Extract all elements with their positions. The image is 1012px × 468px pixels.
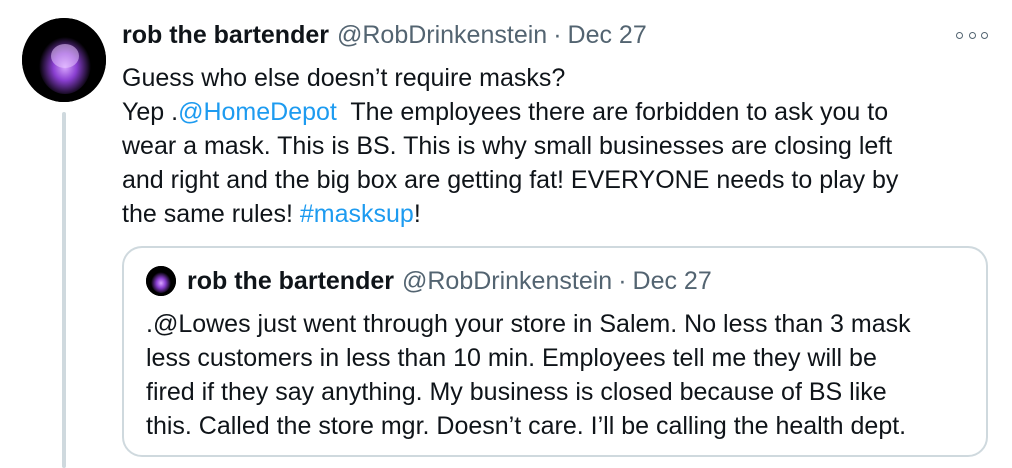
quoted-tweet-header: rob the bartender @RobDrinkenstein · Dec… — [146, 264, 712, 298]
tweet-date[interactable]: Dec 27 — [568, 18, 647, 52]
quoted-tweet-date: Dec 27 — [632, 267, 712, 295]
quoted-tweet-text: .@Lowes just went through your store in … — [146, 307, 911, 443]
dot-icon — [956, 31, 963, 39]
mention-link-homedepot[interactable]: @HomeDepot — [178, 98, 337, 126]
author-name[interactable]: rob the bartender — [122, 18, 329, 52]
tweet: rob the bartender @RobDrinkenstein · Dec… — [122, 18, 952, 231]
header-separator: · — [618, 267, 627, 295]
text-fragment: The employees there are forbidden to ask… — [336, 98, 889, 126]
tweet-header: rob the bartender @RobDrinkenstein · Dec… — [122, 18, 952, 52]
dot-icon — [968, 31, 976, 39]
author-avatar[interactable] — [22, 18, 106, 102]
tweet-text-line: the same rules! #masksup! — [122, 197, 952, 231]
avatar-image — [22, 18, 106, 102]
thread-connector-line — [62, 112, 66, 468]
tweet-text-line: wear a mask. This is BS. This is why sma… — [122, 132, 893, 160]
quoted-text-line: fired if they say anything. My business … — [146, 378, 887, 406]
text-fragment: Yep . — [122, 98, 179, 126]
quoted-author-name: rob the bartender — [187, 267, 394, 295]
hashtag-link-masksup[interactable]: #masksup — [300, 200, 414, 228]
text-fragment: ! — [413, 200, 421, 228]
text-fragment: the same rules! — [122, 200, 300, 228]
quoted-tweet-card[interactable]: rob the bartender @RobDrinkenstein · Dec… — [122, 246, 988, 457]
avatar-image — [146, 266, 176, 296]
header-separator: · — [553, 21, 562, 49]
quoted-author-avatar — [146, 266, 176, 296]
dot-icon — [981, 31, 988, 39]
quoted-text-line: less customers in less than 10 min. Empl… — [146, 344, 877, 372]
quoted-author-handle: @RobDrinkenstein — [401, 267, 613, 295]
quoted-text-line: .@Lowes just went through your store in … — [146, 310, 911, 338]
tweet-text-line: and right and the big box are getting fa… — [122, 166, 899, 194]
more-options-icon[interactable] — [956, 26, 988, 44]
tweet-text-line: Yep .@HomeDepot The employees there are … — [122, 95, 952, 129]
quoted-text-line: this. Called the store mgr. Doesn’t care… — [146, 412, 907, 440]
author-handle[interactable]: @RobDrinkenstein — [337, 18, 547, 52]
tweet-text-line: Guess who else doesn’t require masks? — [122, 64, 566, 92]
tweet-text: Guess who else doesn’t require masks? Ye… — [122, 61, 952, 231]
